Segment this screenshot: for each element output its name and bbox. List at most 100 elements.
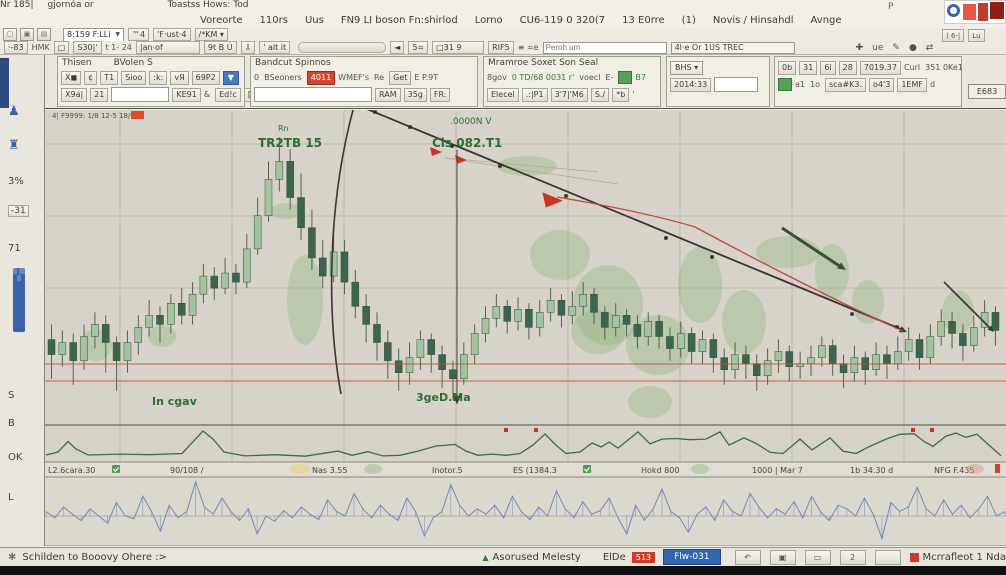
menu-item-voreorte[interactable]: Voreorte	[200, 15, 243, 26]
panel-button-t1[interactable]: T1	[100, 70, 119, 85]
vertical-tab[interactable]	[0, 58, 9, 108]
panel-button-sca-k3[interactable]: sca#K3.	[824, 77, 867, 92]
two-icon-button[interactable]: 2	[839, 549, 866, 565]
panel-button-sioo[interactable]: Sioo	[121, 70, 147, 85]
window-icon-button[interactable]: ▣	[769, 549, 796, 565]
ue-icon[interactable]: ue	[872, 43, 883, 53]
window-control-1[interactable]: ▢	[3, 28, 17, 41]
anof-button[interactable]: |an·of	[135, 41, 200, 54]
fust4-button[interactable]: 'F·ust·4	[153, 28, 191, 41]
altit-button[interactable]: ' alt it	[259, 41, 291, 54]
percent-label[interactable]: 3%	[8, 176, 24, 187]
panel-dropdown-bhs[interactable]: BHS ▾	[670, 60, 704, 75]
panel-button-2014-33[interactable]: 2014:33	[670, 77, 712, 92]
panel-button-1emf[interactable]: 1EMF	[897, 77, 927, 92]
panel-button-3-7-m6[interactable]: 3'7|'M6	[550, 87, 588, 102]
ok-label[interactable]: OK	[8, 452, 22, 463]
panel-button-35g[interactable]: 35g	[403, 87, 427, 102]
pin-icon[interactable]: P	[888, 2, 893, 12]
candle	[405, 357, 414, 373]
panel-button-x[interactable]: X◼	[61, 70, 82, 85]
panel-button-ram[interactable]: RAM	[375, 87, 401, 102]
panel-button-0b[interactable]: 0b	[778, 60, 797, 75]
panel-button-get[interactable]: Get	[389, 70, 412, 85]
figure-icon[interactable]: ♟	[8, 104, 20, 119]
panel-button-69p2[interactable]: 69P2	[191, 70, 220, 85]
swap-icon[interactable]: ⇄	[926, 43, 934, 53]
building-icon[interactable]: ♜	[8, 138, 20, 153]
window-control-3[interactable]: ▤	[37, 28, 51, 41]
panel-button-21[interactable]: 21	[90, 87, 109, 102]
panel-button-p1[interactable]: .:|P1	[521, 87, 548, 102]
panel-button-7019-37[interactable]: 7019.37	[859, 60, 901, 75]
candle	[536, 312, 544, 328]
candle	[416, 339, 425, 358]
panel-blue-button[interactable]: ▼	[222, 70, 239, 85]
panel-5: 0b 31 6l 28 7019.37 Curl 351 0Ke1 a1 1o sca#K3. o4…	[774, 56, 963, 107]
grid-button[interactable]: ▢	[53, 41, 70, 54]
window-control-2[interactable]: ▣	[20, 28, 34, 41]
minus31-button[interactable]: -31	[8, 205, 29, 217]
l-label[interactable]: L	[8, 492, 14, 503]
menu-item-novis-hinsahdl[interactable]: Novis / Hinsahdl	[713, 15, 794, 26]
mini-button-6[interactable]: ) 6-|	[942, 29, 965, 42]
menu-item-13-e0rre[interactable]: 13 E0rre	[622, 15, 665, 26]
panel-button-b[interactable]: *b	[612, 87, 630, 102]
panel-input[interactable]	[111, 87, 170, 102]
mini-button-lu[interactable]: Lu	[968, 29, 985, 42]
9tbu-button[interactable]: 9t B Ú	[203, 41, 237, 54]
seventyone-label[interactable]: 71	[8, 243, 21, 254]
e683-button[interactable]: E683	[968, 84, 1006, 99]
menu-item-110rs[interactable]: 110rs	[260, 15, 288, 26]
panel-button-k[interactable]: :k:	[149, 70, 168, 85]
left-arrow-button[interactable]: ◄	[390, 41, 405, 54]
panel-button-elecel[interactable]: Elecel	[487, 87, 519, 102]
zoom-slider[interactable]	[298, 42, 387, 53]
search-input[interactable]	[542, 41, 667, 54]
panel-button-ed-c[interactable]: Ed!c	[215, 87, 241, 102]
rif5-button[interactable]: RIF5	[488, 41, 514, 54]
undo-icon-button[interactable]: ↶	[734, 549, 761, 565]
panel-button-s[interactable]: S./	[590, 87, 610, 102]
panel-button-ke91[interactable]: KE91	[172, 87, 201, 102]
blank-box-button[interactable]	[874, 549, 901, 565]
panel-label-curl: Curl	[903, 63, 921, 72]
filter-button[interactable]: Flw-031	[663, 549, 721, 565]
menu-item-cu6-119-0-320-7[interactable]: CU6-119 0 320(7	[520, 15, 605, 26]
menu-item-uus[interactable]: Uus	[305, 15, 324, 26]
panel-icon-button[interactable]: ▭	[804, 549, 831, 565]
chart-annotation-tr2tb-15: TR2TB 15	[258, 136, 322, 150]
vertical-ribbon[interactable]: || ||| ||	[13, 268, 25, 332]
panel-button-28[interactable]: 28	[838, 60, 857, 75]
panel-input[interactable]	[254, 87, 372, 102]
panel-button-fr[interactable]: FR:	[429, 87, 451, 102]
km-dropdown[interactable]: /*KM ▾	[194, 28, 228, 41]
tr-marker	[373, 110, 377, 114]
b-label[interactable]: B	[8, 418, 15, 429]
pointer-icon[interactable]: ✚	[856, 43, 864, 53]
panel-red-button-4011[interactable]: 4011	[306, 70, 336, 85]
tm4-button[interactable]: ™4	[128, 28, 150, 41]
panel-button-6l[interactable]: 6l	[820, 60, 836, 75]
menu-item-1[interactable]: (1)	[682, 15, 696, 26]
menu-item-fn9-li-boson-fn-shirlod[interactable]: FN9 LI boson Fn:shirlod	[341, 15, 458, 26]
panel-button-v[interactable]: vЯ	[170, 70, 189, 85]
menu-item-avnge[interactable]: Avnge	[811, 15, 842, 26]
panel-input[interactable]	[714, 77, 759, 92]
symbol-combo[interactable]: 8:159 F:LLi ▼	[63, 27, 125, 42]
status-badge: 513	[631, 551, 656, 563]
button-83[interactable]: ·-83	[4, 41, 28, 54]
toolbar-row-2: ·-83 HMK ▢ S30|' t 1- 24 |an·of 9t B Ú ⇩ ' alt i…	[0, 41, 1006, 55]
s30-button[interactable]: S30|'	[73, 41, 102, 54]
box31-button[interactable]: □31 9	[432, 41, 485, 54]
menu-item-lorno[interactable]: Lorno	[475, 15, 503, 26]
panel-button-31[interactable]: 31	[799, 60, 818, 75]
panel-button-item[interactable]: ¢	[84, 70, 98, 85]
pencil-icon[interactable]: ✎	[892, 43, 900, 53]
down-arrow-button[interactable]: ⇩	[240, 41, 256, 54]
bubble-icon[interactable]: ●	[909, 43, 917, 53]
5eq-button[interactable]: 5=	[408, 41, 429, 54]
panel-button-o4-3[interactable]: o4'3	[869, 77, 895, 92]
s-label[interactable]: S	[8, 390, 14, 401]
panel-button-x9a[interactable]: X9a|	[61, 87, 88, 102]
